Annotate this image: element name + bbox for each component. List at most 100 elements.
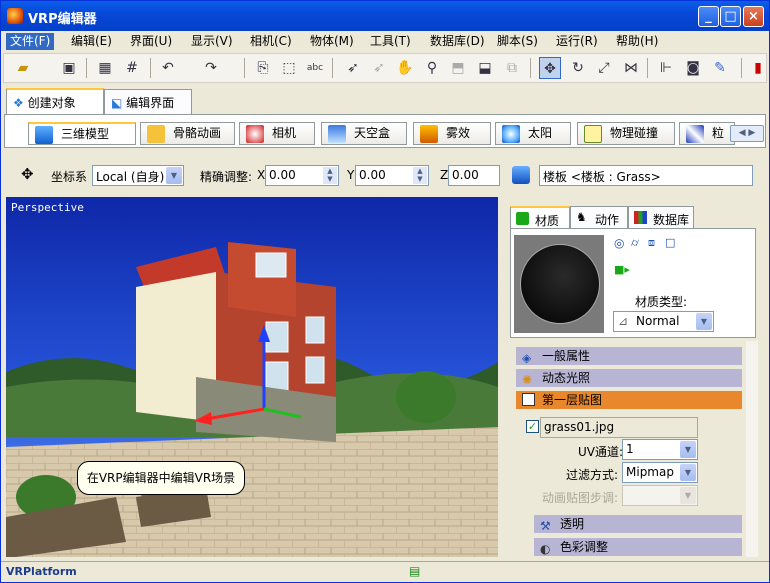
section-first-layer-texture[interactable]: 第一层贴图 <box>516 391 742 409</box>
maximize-button[interactable]: □ <box>720 6 741 27</box>
section-transparent[interactable]: ⚒ 透明 <box>534 515 742 533</box>
select-arrow-icon[interactable]: ➶ <box>342 57 364 79</box>
tab-skybox[interactable]: 天空盒 <box>321 122 407 145</box>
grid-icon[interactable]: ▦ <box>94 57 116 79</box>
tab-label: 材质 <box>535 214 560 228</box>
tab-label: 粒 <box>712 126 725 140</box>
y-coordinate-input[interactable]: 0.00 ▲ ▼ <box>355 165 429 186</box>
snapshot-camera-icon[interactable]: ◙ <box>682 57 704 79</box>
menu-edit[interactable]: 编辑(E) <box>67 33 116 50</box>
preview-shape-cylinder-icon[interactable]: ⌭ <box>631 236 639 250</box>
open-folder-icon[interactable]: ▰ <box>12 57 34 79</box>
texture-file-button[interactable]: grass01.jpg <box>540 417 698 438</box>
spinner-arrows-icon[interactable]: ▲ ▼ <box>323 167 337 184</box>
menu-object[interactable]: 物体(M) <box>306 33 358 50</box>
minimize-button[interactable]: _ <box>698 6 719 27</box>
section-color-adjust[interactable]: ◐ 色彩调整 <box>534 538 742 556</box>
title-bar[interactable]: VRP编辑器 _ □ × <box>1 1 769 31</box>
menu-view[interactable]: 显示(V) <box>187 33 237 50</box>
toolbar-separator <box>244 58 245 78</box>
texture-enable-checkbox[interactable]: ✓ <box>526 420 539 433</box>
menu-ui[interactable]: 界面(U) <box>126 33 176 50</box>
menu-camera[interactable]: 相机(C) <box>246 33 296 50</box>
status-activity-icon: ▤ <box>409 564 421 578</box>
preview-shape-cube-icon[interactable]: ⧈ <box>648 236 655 250</box>
section-label: 透明 <box>560 517 585 531</box>
anim-texture-step-select[interactable]: ▼ <box>622 485 698 506</box>
uv-channel-select[interactable]: 1 ▼ <box>622 439 698 460</box>
app-window: VRP编辑器 _ □ × 文件(F) 编辑(E) 界面(U) 显示(V) 相机(… <box>0 0 770 583</box>
menu-run[interactable]: 运行(R) <box>552 33 602 50</box>
snap-grid-icon[interactable]: # <box>121 57 143 79</box>
rename-icon[interactable]: abc <box>304 57 326 79</box>
tab-material[interactable]: 材质 <box>510 206 570 228</box>
scale-icon[interactable]: ⤢ <box>593 57 615 79</box>
status-text: VRPlatform <box>6 565 77 578</box>
frame-icon[interactable]: ⬓ <box>474 57 496 79</box>
tab-particle[interactable]: 粒 <box>679 122 735 145</box>
tab-database[interactable]: 数据库 <box>628 206 694 228</box>
menu-bar: 文件(F) 编辑(E) 界面(U) 显示(V) 相机(C) 物体(M) 工具(T… <box>1 31 769 51</box>
select-move-icon[interactable]: ➶ <box>368 57 390 79</box>
section-dynamic-light[interactable]: ✺ 动态光照 <box>516 369 742 387</box>
preview-shape-sphere-icon[interactable]: ◎ <box>614 236 624 250</box>
preview-shape-plane-icon[interactable]: □ <box>665 236 675 249</box>
tab-3d-model[interactable]: 三维模型 <box>28 122 136 145</box>
chevron-down-icon[interactable]: ▼ <box>680 487 696 504</box>
object-name-field[interactable]: 楼板 <楼板 : Grass> <box>539 165 753 186</box>
y-label: Y <box>347 168 355 182</box>
pan-hand-icon[interactable]: ✋ <box>394 57 416 79</box>
redo-icon[interactable]: ↷ <box>200 57 222 79</box>
tab-edit-ui[interactable]: ⬕ 编辑界面 <box>104 89 192 115</box>
tab-skeleton-animation[interactable]: 骨骼动画 <box>140 122 235 145</box>
material-type-select[interactable]: ⊿ Normal ▼ <box>613 311 714 332</box>
z-coordinate-input[interactable]: 0.00 <box>448 165 500 186</box>
x-coordinate-input[interactable]: 0.00 ▲ ▼ <box>265 165 339 186</box>
copy-icon[interactable]: ⎘ <box>252 57 274 79</box>
coord-system-select[interactable]: Local (自身) ▼ <box>92 165 184 186</box>
align-icon[interactable]: ⊩ <box>655 57 677 79</box>
chevron-down-icon[interactable]: ▼ <box>166 167 182 184</box>
chevron-down-icon[interactable]: ▼ <box>696 313 712 330</box>
tab-scroll-arrows[interactable]: ◀ ▶ <box>730 125 764 142</box>
save-icon[interactable]: ▣ <box>58 57 80 79</box>
link-icon[interactable]: ⬒ <box>447 57 469 79</box>
menu-database[interactable]: 数据库(D) <box>426 33 489 50</box>
sun-icon <box>502 125 520 143</box>
spinner-arrows-icon[interactable]: ▲ ▼ <box>413 167 427 184</box>
menu-help[interactable]: 帮助(H) <box>612 33 662 50</box>
3d-viewport[interactable]: Perspective <box>6 197 498 557</box>
apply-material-icon[interactable]: ■▸ <box>614 263 630 276</box>
zoom-icon[interactable]: ⚲ <box>421 57 443 79</box>
menu-script[interactable]: 脚本(S) <box>493 33 542 50</box>
close-button[interactable]: × <box>743 6 764 27</box>
move-icon[interactable]: ✥ <box>539 57 561 79</box>
layer-icon[interactable]: ⧉ <box>501 57 523 79</box>
undo-icon[interactable]: ↶ <box>157 57 179 79</box>
rotate-icon[interactable]: ↻ <box>567 57 589 79</box>
tab-label: 创建对象 <box>27 96 76 110</box>
move-axes-icon: ✥ <box>21 165 34 183</box>
mirror-icon[interactable]: ⋈ <box>620 57 642 79</box>
z-label: Z <box>440 168 449 182</box>
toolbar-separator <box>86 58 87 78</box>
section-label: 色彩调整 <box>560 540 609 554</box>
properties-scrollbar[interactable] <box>746 341 758 557</box>
tab-camera[interactable]: 相机 <box>239 122 315 145</box>
toolbar-separator <box>647 58 648 78</box>
filter-mode-select[interactable]: Mipmap ▼ <box>622 462 698 483</box>
menu-file[interactable]: 文件(F) <box>6 33 55 50</box>
chevron-down-icon[interactable]: ▼ <box>680 464 696 481</box>
tab-create-object[interactable]: ❖ 创建对象 <box>6 88 104 116</box>
select-region-icon[interactable]: ⬚ <box>278 57 300 79</box>
section-general[interactable]: ◈ 一般属性 <box>516 347 742 365</box>
tab-sun[interactable]: 太阳 <box>495 122 571 145</box>
paint-icon[interactable]: ✎ <box>709 57 731 79</box>
image-icon <box>522 393 535 406</box>
menu-tools[interactable]: 工具(T) <box>366 33 415 50</box>
tab-physics-collision[interactable]: 物理碰撞 <box>577 122 675 145</box>
exit-icon[interactable]: ▮ <box>747 57 769 79</box>
chevron-down-icon[interactable]: ▼ <box>680 441 696 458</box>
tab-action[interactable]: ♞ 动作 <box>570 206 628 228</box>
tab-fog[interactable]: 雾效 <box>413 122 491 145</box>
